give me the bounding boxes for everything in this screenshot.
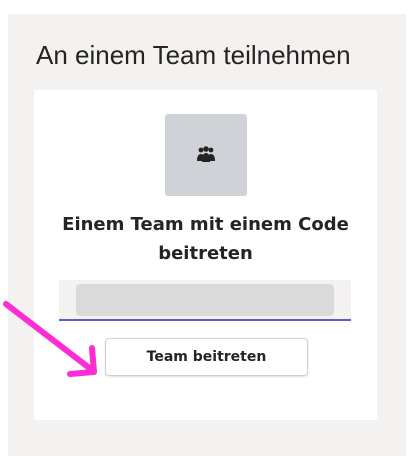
team-people-icon: [197, 146, 215, 162]
page-title: An einem Team teilnehmen: [36, 40, 351, 70]
team-code-value: [76, 284, 334, 316]
join-team-button[interactable]: Team beitreten: [105, 338, 308, 376]
card-title: Einem Team mit einem Code beitreten: [62, 214, 349, 264]
annotation-arrow-icon: [3, 301, 97, 377]
team-icon-tile: [165, 114, 247, 196]
